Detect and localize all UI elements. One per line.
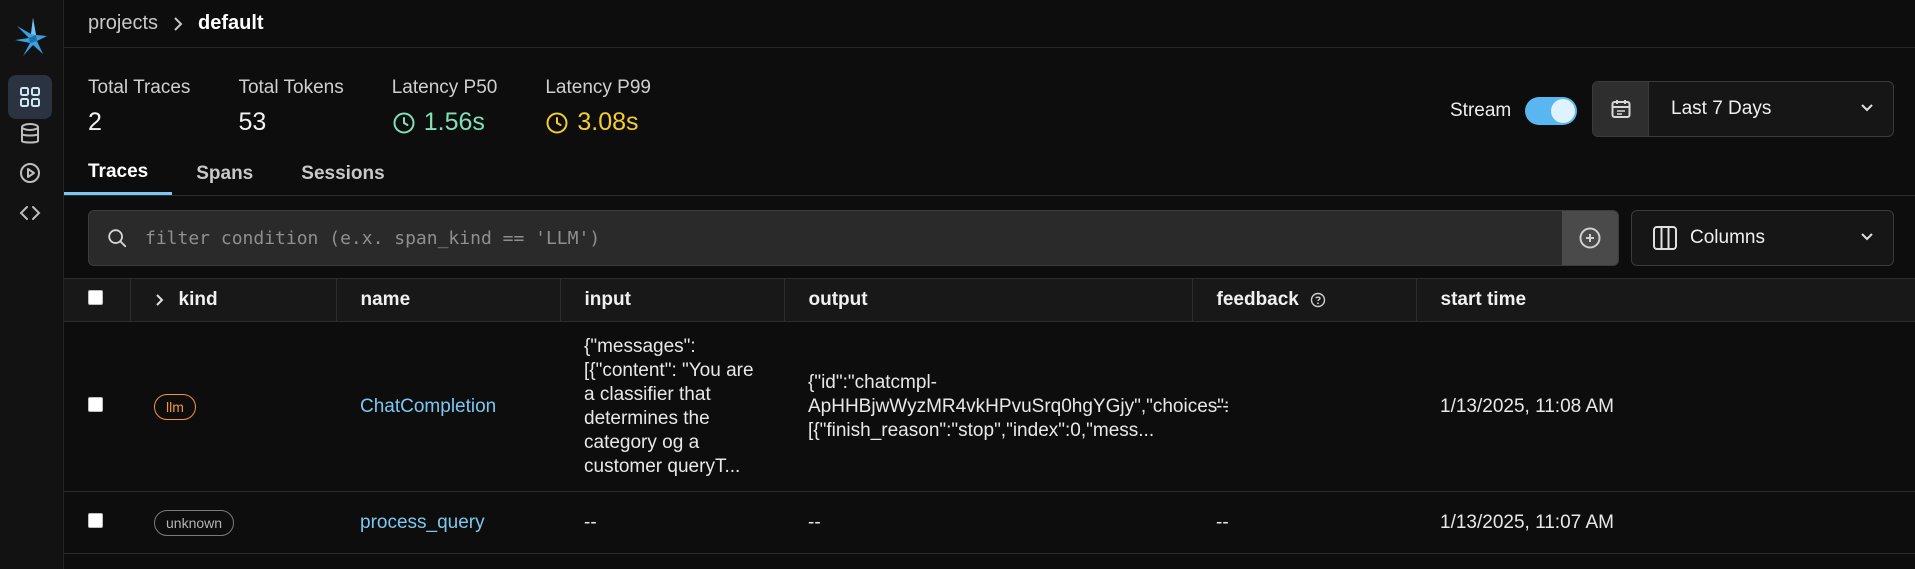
output-cell: --: [784, 491, 1192, 554]
kind-badge: llm: [154, 393, 196, 420]
tab-bar: Traces Spans Sessions: [64, 152, 1915, 196]
main-content: projects default Total Traces 2 Total To…: [64, 0, 1915, 569]
column-header-input[interactable]: input: [560, 278, 785, 322]
filter-bar: [88, 210, 1619, 266]
input-cell: --: [560, 491, 784, 554]
breadcrumb: projects default: [64, 0, 1915, 48]
stream-label: Stream: [1450, 100, 1512, 121]
nav-datasets[interactable]: [8, 112, 52, 156]
kind-badge: unknown: [154, 509, 235, 536]
clock-icon: [546, 112, 568, 133]
column-header-kind[interactable]: kind: [130, 278, 337, 322]
kind-cell: unknown: [130, 491, 336, 554]
latency-p50-value: 1.56s: [423, 108, 485, 136]
chevron-down-icon: [1859, 228, 1875, 249]
columns-label: Columns: [1690, 227, 1765, 248]
trace-name-link[interactable]: ChatCompletion: [360, 396, 496, 417]
stream-control: Stream: [1450, 97, 1578, 125]
table-row[interactable]: unknown process_query -- -- -- 1/13/2025…: [64, 491, 1915, 554]
feedback-cell: --: [1192, 321, 1416, 492]
stat-label: Total Traces: [88, 77, 191, 98]
bird-logo-icon[interactable]: [11, 14, 51, 60]
trace-name-link[interactable]: process_query: [360, 512, 485, 533]
column-header-start-time[interactable]: start time: [1416, 278, 1915, 322]
input-cell: {"messages": [{"content": "You are a cla…: [560, 321, 784, 492]
stat-value: 2: [88, 108, 102, 136]
kind-cell: llm: [130, 321, 336, 492]
traces-table: kind name input output feedback start ti…: [64, 278, 1915, 554]
table-header-row: kind name input output feedback start ti…: [64, 278, 1915, 322]
stat-latency-p99: Latency P99 3.08s: [545, 76, 651, 137]
nav-playground[interactable]: [8, 151, 52, 195]
add-filter-button[interactable]: [1562, 211, 1618, 265]
feedback-cell: --: [1192, 491, 1416, 554]
column-label: feedback: [1216, 289, 1299, 310]
stat-total-traces: Total Traces 2: [88, 76, 190, 137]
grid-icon: [20, 87, 40, 107]
stat-value: 1.56s: [392, 108, 498, 137]
table-row[interactable]: llm ChatCompletion {"messages": [{"conte…: [64, 321, 1915, 492]
name-cell: process_query: [336, 491, 560, 554]
select-all-header: [64, 278, 131, 322]
output-cell: {"id":"chatcmpl-ApHHBjwWyzMR4vkHPvuSrq0h…: [784, 321, 1229, 492]
select-all-checkbox[interactable]: [88, 290, 103, 305]
toggle-knob: [1551, 99, 1576, 123]
breadcrumb-projects[interactable]: projects: [88, 12, 158, 35]
help-circle-icon[interactable]: [1310, 292, 1326, 308]
search-icon: [89, 211, 145, 265]
stats-bar: Total Traces 2 Total Tokens 53 Latency P…: [88, 76, 699, 137]
columns-icon: [1653, 226, 1677, 250]
stat-total-tokens: Total Tokens 53: [238, 76, 343, 137]
row-checkbox[interactable]: [88, 396, 103, 412]
date-range-label: Last 7 Days: [1671, 98, 1772, 119]
columns-button[interactable]: Columns: [1631, 210, 1894, 266]
database-icon: [21, 123, 39, 144]
calendar-icon: [1593, 82, 1649, 136]
chevron-down-icon: [1859, 99, 1875, 120]
clock-icon: [393, 112, 415, 133]
stat-value: 3.08s: [545, 108, 651, 137]
column-header-name[interactable]: name: [336, 278, 561, 322]
stream-toggle[interactable]: [1525, 97, 1578, 125]
row-select-cell: [64, 321, 130, 492]
chevron-right-icon: [172, 16, 184, 32]
stat-label: Total Tokens: [238, 77, 344, 98]
start-time-cell: 1/13/2025, 11:08 AM: [1416, 321, 1915, 492]
date-range-select[interactable]: Last 7 Days: [1592, 81, 1894, 137]
tab-traces[interactable]: Traces: [64, 152, 173, 195]
chevron-right-icon[interactable]: [155, 293, 165, 307]
breadcrumb-current: default: [198, 12, 264, 34]
row-select-cell: [64, 491, 130, 554]
tab-spans[interactable]: Spans: [172, 152, 277, 195]
column-label: kind: [178, 289, 218, 310]
stat-label: Latency P50: [391, 77, 498, 98]
plus-circle-icon: [1579, 227, 1601, 249]
name-cell: ChatCompletion: [336, 321, 560, 492]
play-circle-icon: [20, 163, 40, 183]
tab-sessions[interactable]: Sessions: [277, 152, 408, 195]
start-time-cell: 1/13/2025, 11:07 AM: [1416, 491, 1915, 554]
code-icon: [19, 206, 41, 220]
nav-code[interactable]: [8, 191, 52, 235]
stat-latency-p50: Latency P50 1.56s: [392, 76, 498, 137]
latency-p99-value: 3.08s: [577, 108, 639, 136]
column-header-output[interactable]: output: [784, 278, 1193, 322]
stat-value: 53: [238, 108, 267, 136]
sidebar: [0, 0, 64, 569]
row-checkbox[interactable]: [88, 512, 103, 528]
filter-input[interactable]: [145, 211, 1562, 265]
column-header-feedback[interactable]: feedback: [1192, 278, 1417, 322]
stat-label: Latency P99: [545, 77, 651, 98]
